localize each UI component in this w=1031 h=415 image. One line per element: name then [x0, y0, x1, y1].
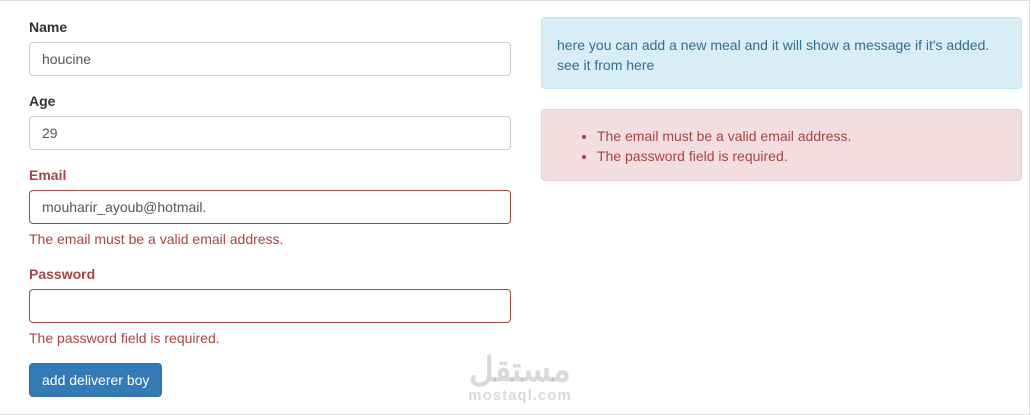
error-list-item: The email must be a valid email address. — [597, 126, 1006, 146]
age-field[interactable] — [29, 116, 511, 150]
name-label: Name — [29, 19, 68, 35]
email-error-message: The email must be a valid email address. — [29, 231, 284, 247]
info-alert-line2: see it from here — [557, 57, 655, 73]
age-label: Age — [29, 93, 56, 109]
error-alert: The email must be a valid email address.… — [541, 109, 1022, 181]
password-error-message: The password field is required. — [29, 330, 220, 346]
name-field[interactable] — [29, 42, 511, 76]
email-label: Email — [29, 167, 67, 183]
email-field[interactable] — [29, 190, 511, 224]
error-list-item: The password field is required. — [597, 146, 1006, 166]
password-field[interactable] — [29, 289, 511, 323]
add-deliverer-button[interactable]: add deliverer boy — [29, 363, 163, 397]
info-alert-line1: here you can add a new meal and it will … — [557, 37, 990, 53]
error-list: The email must be a valid email address.… — [557, 126, 1006, 166]
info-alert: here you can add a new meal and it will … — [541, 17, 1022, 89]
password-label: Password — [29, 266, 96, 282]
